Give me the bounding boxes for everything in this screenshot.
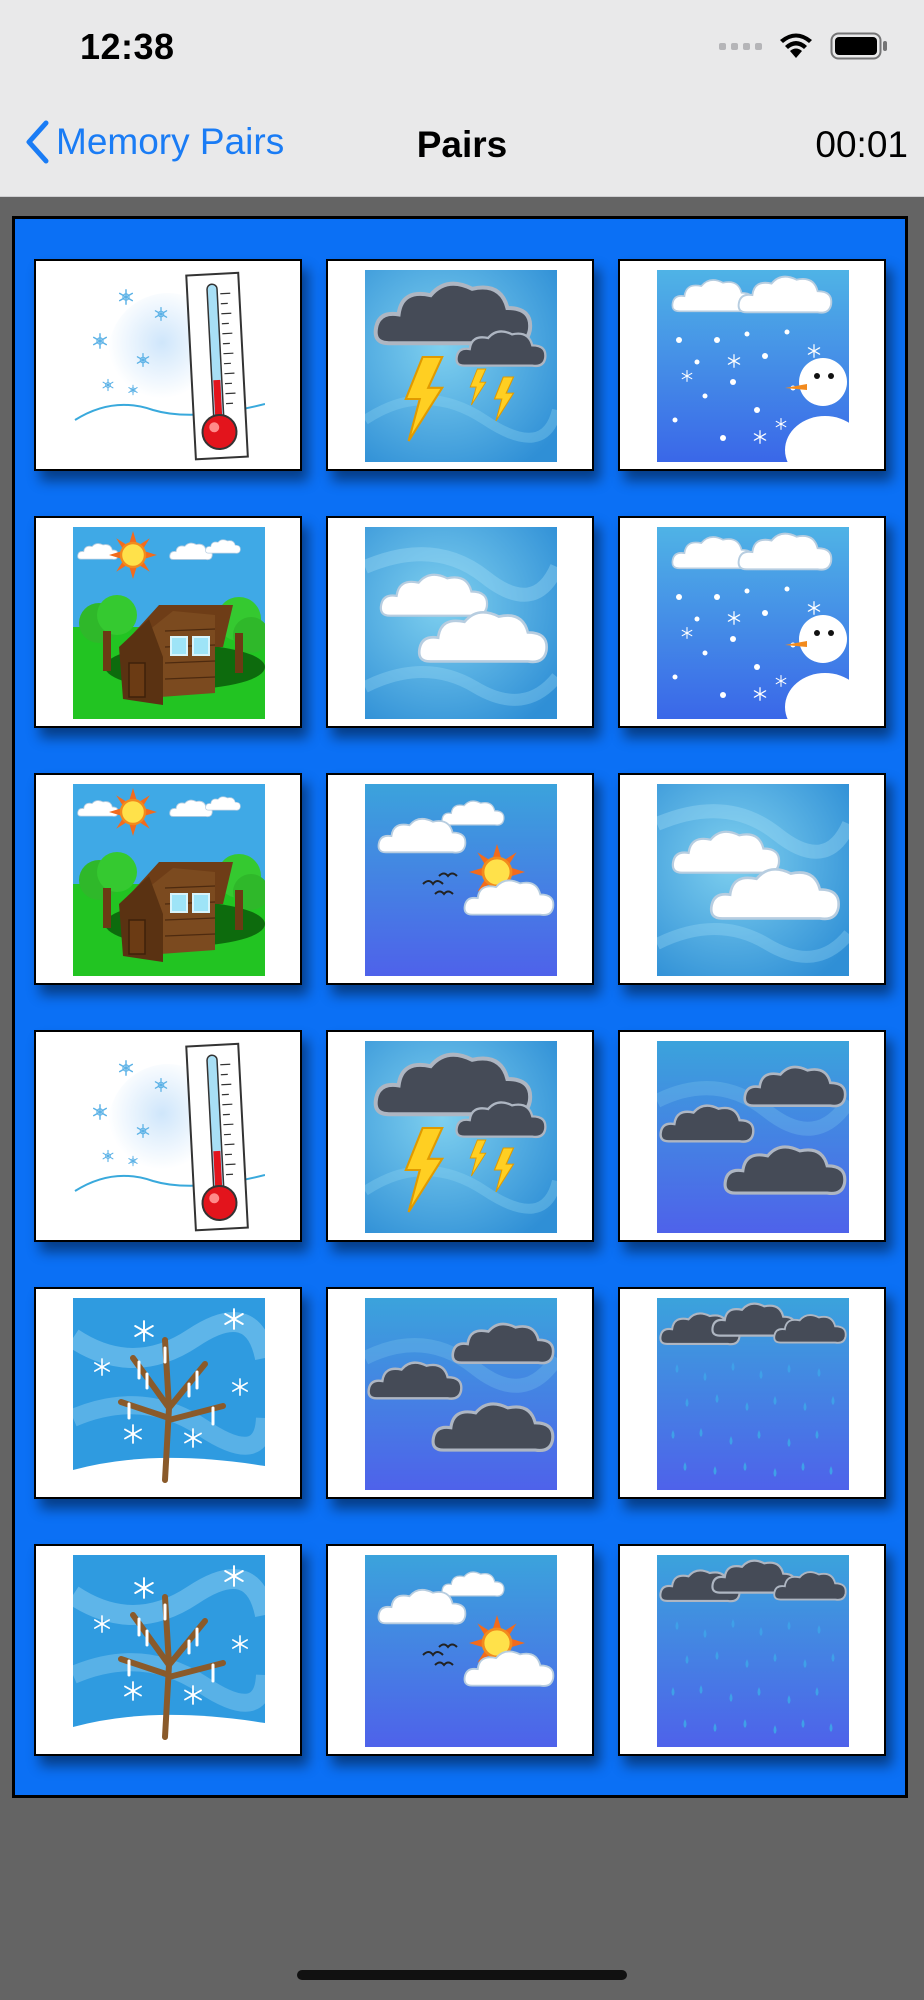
memory-card[interactable]: [34, 259, 302, 471]
memory-card[interactable]: [34, 1287, 302, 1499]
memory-card[interactable]: [34, 773, 302, 985]
game-timer: 00:01: [815, 124, 908, 165]
status-time: 12:38: [80, 26, 175, 67]
memory-card[interactable]: [34, 516, 302, 728]
memory-card[interactable]: [326, 516, 594, 728]
thunderstorm-icon: [365, 270, 557, 462]
partly-cloudy-birds-icon: [365, 784, 557, 976]
memory-card[interactable]: [326, 259, 594, 471]
memory-card[interactable]: [326, 773, 594, 985]
game-board: [12, 216, 908, 1798]
memory-card[interactable]: [34, 1544, 302, 1756]
memory-card[interactable]: [326, 1030, 594, 1242]
sunny-house-icon: [73, 784, 265, 976]
dark-clouds-icon: [657, 1041, 849, 1233]
snowman-snow-icon: [657, 527, 849, 719]
status-bar: 12:38: [0, 0, 924, 100]
memory-card[interactable]: [618, 1544, 886, 1756]
status-icons: [719, 32, 888, 60]
navigation-bar: Memory Pairs Pairs 00:01: [0, 100, 924, 197]
memory-card[interactable]: [326, 1544, 594, 1756]
rain-clouds-icon: [657, 1298, 849, 1490]
memory-card[interactable]: [34, 1030, 302, 1242]
memory-card[interactable]: [618, 1030, 886, 1242]
thermometer-cold-icon: [73, 1041, 265, 1233]
thermometer-cold-icon: [73, 270, 265, 462]
white-clouds-icon: [365, 527, 557, 719]
snowman-snow-icon: [657, 270, 849, 462]
thunderstorm-icon: [365, 1041, 557, 1233]
memory-card[interactable]: [618, 1287, 886, 1499]
cellular-signal-icon: [719, 42, 762, 50]
rain-clouds-icon: [657, 1555, 849, 1747]
memory-card[interactable]: [618, 259, 886, 471]
white-clouds-icon: [657, 784, 849, 976]
memory-card[interactable]: [618, 516, 886, 728]
sunny-house-icon: [73, 527, 265, 719]
memory-card[interactable]: [618, 773, 886, 985]
frozen-tree-icon: [73, 1298, 265, 1490]
memory-card[interactable]: [326, 1287, 594, 1499]
battery-icon: [830, 32, 887, 60]
dark-clouds-icon: [365, 1298, 557, 1490]
frozen-tree-icon: [73, 1555, 265, 1747]
page-title: Pairs: [416, 124, 508, 165]
wifi-icon: [780, 33, 812, 58]
home-indicator: [297, 1970, 627, 1980]
partly-cloudy-birds-icon: [365, 1555, 557, 1747]
